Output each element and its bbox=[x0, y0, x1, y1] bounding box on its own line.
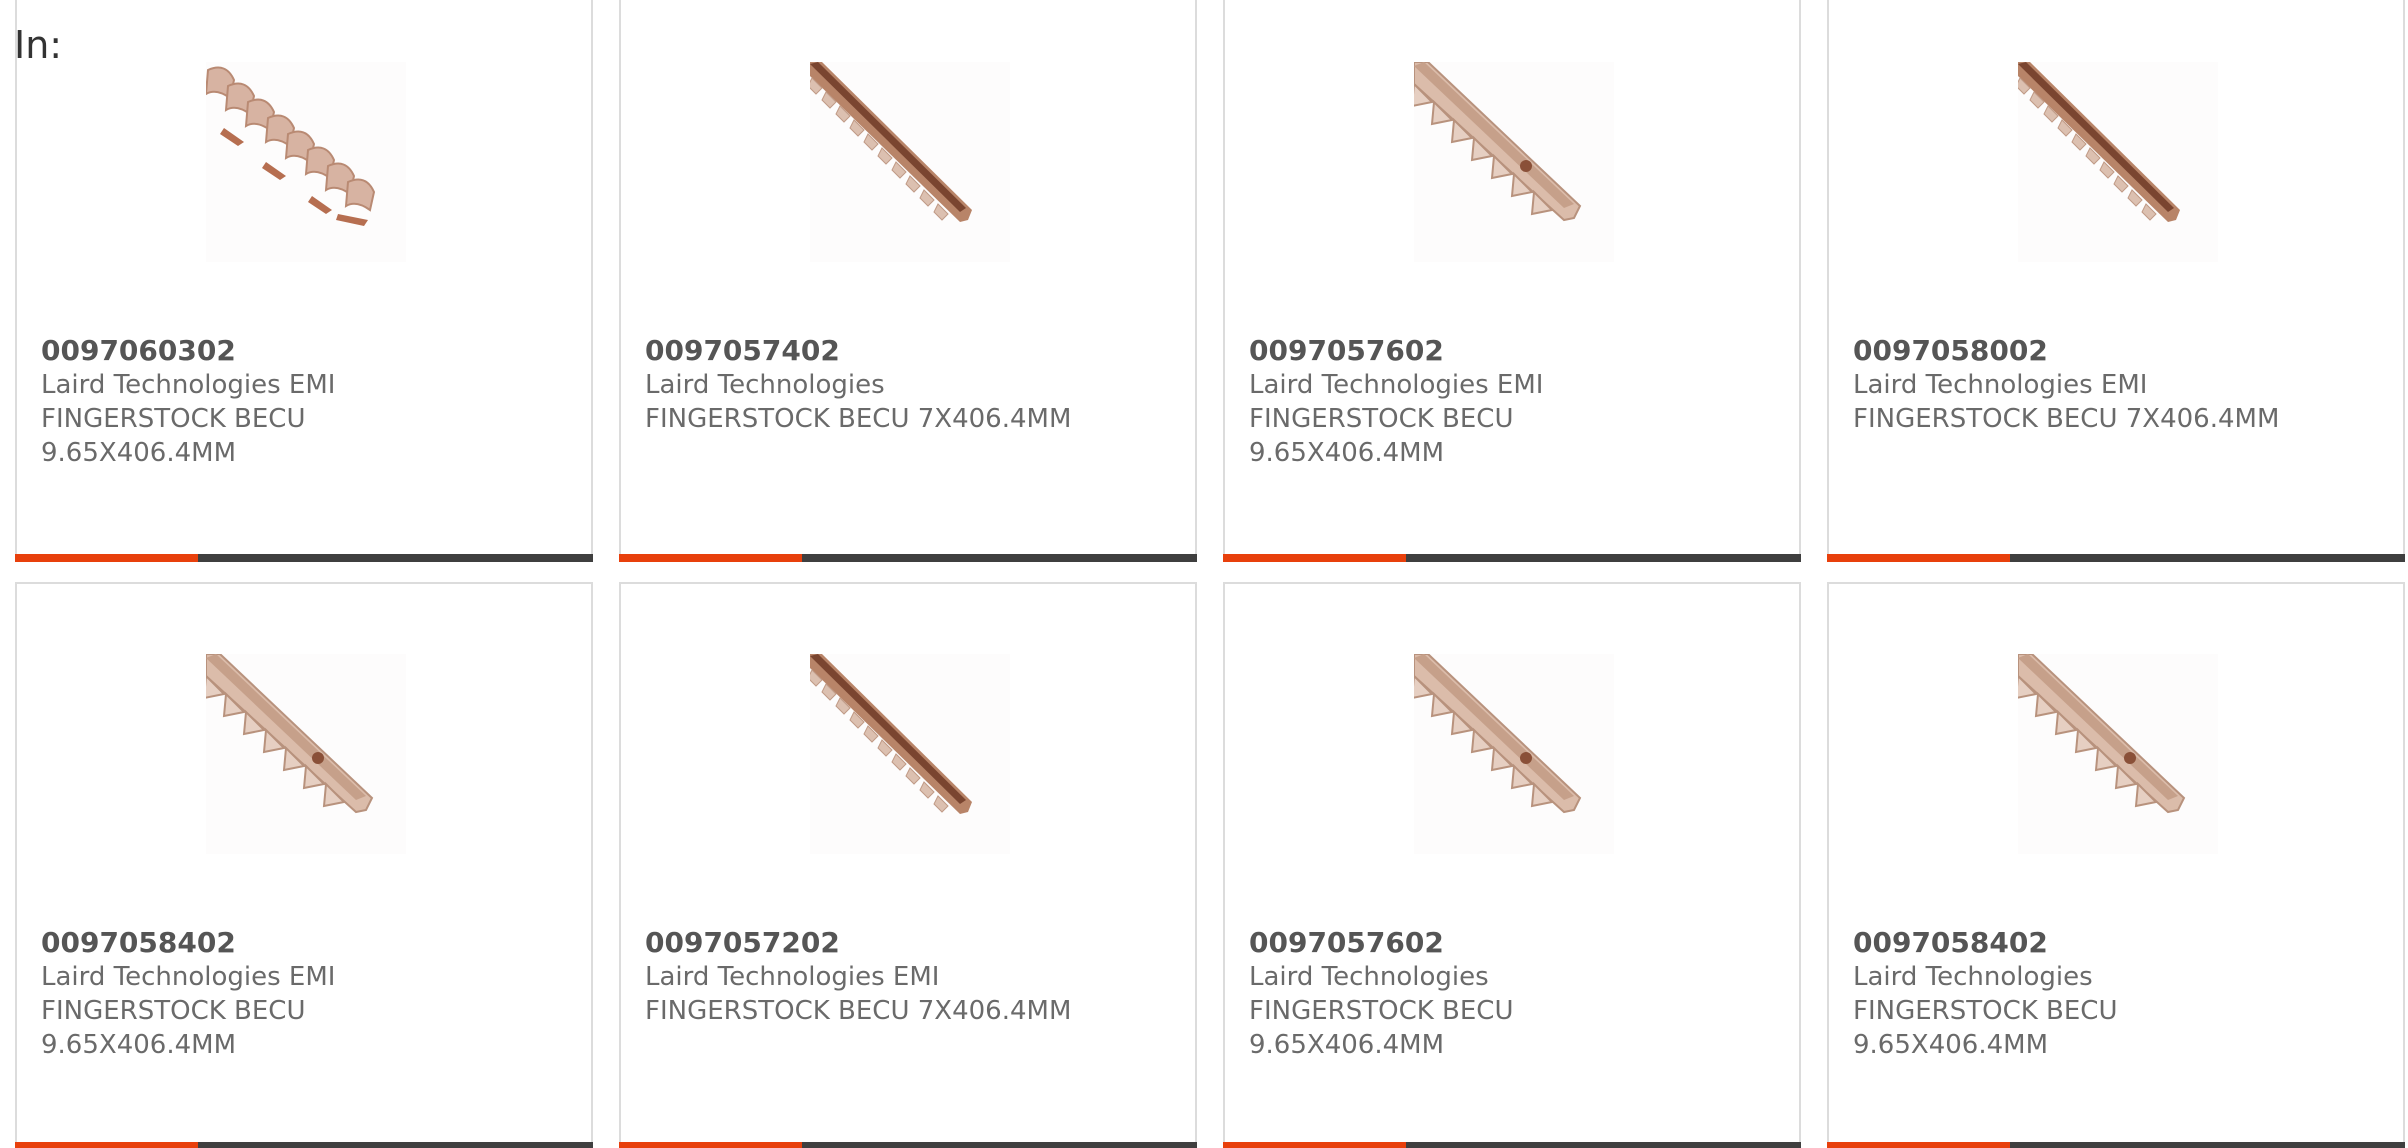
description-line: 9.65X406.4MM bbox=[41, 438, 236, 468]
part-number[interactable]: 0097058402 bbox=[41, 926, 236, 960]
product-image[interactable] bbox=[2018, 654, 2218, 854]
product-description: Laird Technologies FINGERSTOCK BECU 9.65… bbox=[1853, 960, 2393, 1062]
description-line: Laird Technologies EMI bbox=[41, 962, 336, 992]
description-line: FINGERSTOCK BECU bbox=[1249, 996, 1514, 1026]
description-line: FINGERSTOCK BECU 7X406.4MM bbox=[1853, 404, 2280, 434]
product-image[interactable] bbox=[206, 654, 406, 854]
card-accent-bar bbox=[15, 1142, 198, 1148]
part-number[interactable]: 0097060302 bbox=[41, 334, 236, 368]
card-accent-bar bbox=[15, 554, 198, 562]
description-line: FINGERSTOCK BECU bbox=[41, 404, 306, 434]
card-accent-bar bbox=[1223, 554, 1406, 562]
product-card[interactable]: 0097057202 Laird Technologies EMI FINGER… bbox=[619, 582, 1197, 1148]
part-number[interactable]: 0097057602 bbox=[1249, 926, 1444, 960]
product-card[interactable]: 0097057402 Laird Technologies FINGERSTOC… bbox=[619, 0, 1197, 562]
product-image[interactable] bbox=[1414, 654, 1614, 854]
card-bottom-bar bbox=[15, 1142, 593, 1148]
product-image[interactable] bbox=[1414, 62, 1614, 262]
part-number[interactable]: 0097058002 bbox=[1853, 334, 2048, 368]
part-number[interactable]: 0097057402 bbox=[645, 334, 840, 368]
description-line: Laird Technologies EMI bbox=[1853, 370, 2148, 400]
straight-fingerstock-image bbox=[810, 62, 1010, 262]
product-description: Laird Technologies FINGERSTOCK BECU 9.65… bbox=[1249, 960, 1789, 1062]
toothed-fingerstock-image bbox=[2018, 654, 2218, 854]
product-description: Laird Technologies EMI FINGERSTOCK BECU … bbox=[1853, 368, 2393, 436]
product-grid: 0097060302 Laird Technologies EMI FINGER… bbox=[0, 0, 2408, 1148]
product-image[interactable] bbox=[810, 62, 1010, 262]
description-line: 9.65X406.4MM bbox=[1853, 1030, 2048, 1060]
part-number[interactable]: 0097058402 bbox=[1853, 926, 2048, 960]
description-line: 9.65X406.4MM bbox=[1249, 1030, 1444, 1060]
description-line: FINGERSTOCK BECU bbox=[1853, 996, 2118, 1026]
product-grid-page: In: 0097060302 Laird Technologies EMI FI… bbox=[0, 0, 2408, 1148]
product-description: Laird Technologies EMI FINGERSTOCK BECU … bbox=[645, 960, 1185, 1028]
card-accent-bar bbox=[619, 554, 802, 562]
card-accent-bar bbox=[619, 1142, 802, 1148]
product-image[interactable] bbox=[810, 654, 1010, 854]
description-line: Laird Technologies bbox=[1249, 962, 1489, 992]
description-line: 9.65X406.4MM bbox=[41, 1030, 236, 1060]
product-card[interactable]: 0097057602 Laird Technologies FINGERSTOC… bbox=[1223, 582, 1801, 1148]
part-number[interactable]: 0097057602 bbox=[1249, 334, 1444, 368]
product-description: Laird Technologies EMI FINGERSTOCK BECU … bbox=[41, 960, 581, 1062]
coiled-fingerstock-image bbox=[206, 62, 406, 262]
description-line: FINGERSTOCK BECU 7X406.4MM bbox=[645, 404, 1072, 434]
card-accent-bar bbox=[1223, 1142, 1406, 1148]
product-card[interactable]: 0097060302 Laird Technologies EMI FINGER… bbox=[15, 0, 593, 562]
description-line: FINGERSTOCK BECU bbox=[1249, 404, 1514, 434]
product-description: Laird Technologies FINGERSTOCK BECU 7X40… bbox=[645, 368, 1185, 436]
card-bottom-bar bbox=[15, 554, 593, 562]
product-description: Laird Technologies EMI FINGERSTOCK BECU … bbox=[1249, 368, 1789, 470]
description-line: Laird Technologies EMI bbox=[1249, 370, 1544, 400]
product-card[interactable]: 0097058002 Laird Technologies EMI FINGER… bbox=[1827, 0, 2405, 562]
part-number[interactable]: 0097057202 bbox=[645, 926, 840, 960]
description-line: Laird Technologies bbox=[1853, 962, 2093, 992]
card-bottom-bar bbox=[1827, 554, 2405, 562]
card-bottom-bar bbox=[1223, 554, 1801, 562]
description-line: Laird Technologies bbox=[645, 370, 885, 400]
product-card[interactable]: 0097058402 Laird Technologies FINGERSTOC… bbox=[1827, 582, 2405, 1148]
product-image[interactable] bbox=[206, 62, 406, 262]
card-accent-bar bbox=[1827, 1142, 2010, 1148]
description-line: FINGERSTOCK BECU 7X406.4MM bbox=[645, 996, 1072, 1026]
toothed-fingerstock-image bbox=[1414, 654, 1614, 854]
product-description: Laird Technologies EMI FINGERSTOCK BECU … bbox=[41, 368, 581, 470]
card-accent-bar bbox=[1827, 554, 2010, 562]
product-card[interactable]: 0097057602 Laird Technologies EMI FINGER… bbox=[1223, 0, 1801, 562]
product-image[interactable] bbox=[2018, 62, 2218, 262]
description-line: 9.65X406.4MM bbox=[1249, 438, 1444, 468]
product-card[interactable]: 0097058402 Laird Technologies EMI FINGER… bbox=[15, 582, 593, 1148]
card-bottom-bar bbox=[1223, 1142, 1801, 1148]
description-line: Laird Technologies EMI bbox=[41, 370, 336, 400]
toothed-fingerstock-image bbox=[206, 654, 406, 854]
straight-fingerstock-image bbox=[810, 654, 1010, 854]
card-bottom-bar bbox=[619, 554, 1197, 562]
description-line: Laird Technologies EMI bbox=[645, 962, 940, 992]
card-bottom-bar bbox=[1827, 1142, 2405, 1148]
description-line: FINGERSTOCK BECU bbox=[41, 996, 306, 1026]
card-bottom-bar bbox=[619, 1142, 1197, 1148]
straight-fingerstock-image bbox=[2018, 62, 2218, 262]
toothed-fingerstock-image bbox=[1414, 62, 1614, 262]
filter-in-label: In: bbox=[14, 23, 63, 67]
